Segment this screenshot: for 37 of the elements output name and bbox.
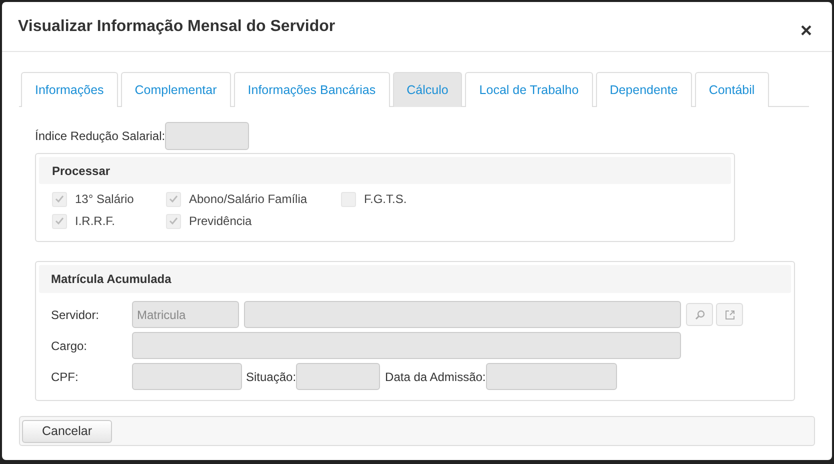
field-label: CPF:: [51, 368, 80, 386]
tab[interactable]: Informações Bancárias: [234, 72, 390, 107]
tab[interactable]: Informações: [21, 72, 118, 107]
close-button[interactable]: ×: [800, 20, 812, 40]
checkbox-label: Abono/Salário Família: [189, 191, 308, 208]
tab[interactable]: Dependente: [596, 72, 692, 107]
tab[interactable]: Complementar: [120, 72, 231, 107]
panel-title: Matrícula Acumulada: [51, 271, 172, 288]
checkbox-label: F.G.T.S.: [364, 191, 407, 208]
checkmark-icon: [55, 195, 64, 203]
tab[interactable]: Cálculo: [392, 72, 462, 107]
panel-title: Processar: [52, 162, 110, 180]
checkmark-icon: [169, 195, 178, 203]
field-label: Servidor:: [51, 306, 100, 324]
window-title: Visualizar Informação Mensal do Servidor: [18, 16, 336, 36]
field-label: Índice Redução Salarial:: [35, 128, 166, 145]
checkmark-icon: [55, 217, 64, 225]
field-label: Situação:: [246, 368, 296, 386]
field-label: Data da Admissão:: [385, 368, 486, 386]
input-field[interactable]: [486, 363, 617, 390]
checkbox-label: I.R.R.F.: [75, 213, 116, 230]
open-external-button[interactable]: [716, 303, 743, 326]
search-icon: [694, 310, 704, 320]
name-field[interactable]: [244, 301, 681, 328]
input-field[interactable]: [165, 122, 250, 150]
cancel-button[interactable]: Cancelar: [22, 420, 112, 442]
external-link-icon: [724, 310, 734, 320]
input-field[interactable]: [132, 363, 242, 390]
checkbox-label: Previdência: [189, 213, 252, 230]
search-button[interactable]: [686, 303, 713, 326]
input-field[interactable]: [132, 332, 681, 359]
tab[interactable]: Local de Trabalho: [465, 72, 593, 107]
checkmark-icon: [169, 217, 178, 225]
checkbox-label: 13° Salário: [75, 191, 134, 208]
field-label: Cargo:: [51, 338, 88, 354]
tab[interactable]: Contábil: [694, 72, 769, 107]
input-field[interactable]: [296, 363, 380, 390]
